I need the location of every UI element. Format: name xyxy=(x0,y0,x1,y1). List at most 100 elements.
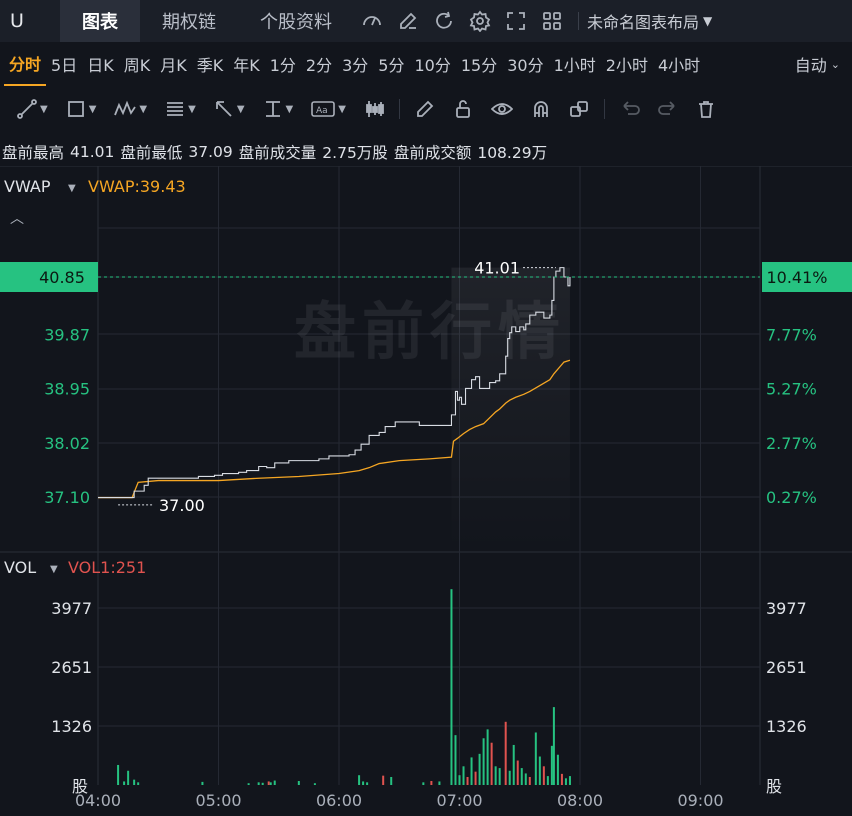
volume-bar xyxy=(546,776,549,785)
period-yearly[interactable]: 年K xyxy=(228,42,265,86)
volume-bar xyxy=(390,776,393,785)
undo-icon xyxy=(623,101,640,115)
period-weekly[interactable]: 周K xyxy=(119,42,156,86)
period-1h[interactable]: 1小时 xyxy=(549,42,601,86)
fib-tool[interactable]: ▼ xyxy=(156,88,205,130)
period-10m[interactable]: 10分 xyxy=(409,42,455,86)
volume-bar xyxy=(137,782,140,785)
period-daily[interactable]: 日K xyxy=(82,42,119,86)
grid-layout-icon[interactable] xyxy=(534,0,570,42)
volume-bar xyxy=(297,780,300,785)
measure-tool[interactable]: ▼ xyxy=(254,88,303,130)
pct-tick-right: 7.77% xyxy=(766,325,817,344)
volume-bar xyxy=(358,775,361,785)
undo-button[interactable] xyxy=(611,88,649,130)
pct-tick-right: 2.77% xyxy=(766,434,817,453)
volume-bar xyxy=(516,760,519,785)
tab-chart[interactable]: 图表 xyxy=(60,0,140,42)
eye-icon xyxy=(490,103,513,115)
period-5d[interactable]: 5日 xyxy=(46,42,82,86)
gear-icon[interactable] xyxy=(462,0,498,42)
volume-bar xyxy=(552,707,555,785)
caret-down-icon[interactable]: ▼ xyxy=(50,564,58,575)
volume-bar xyxy=(382,775,385,785)
magnet-tool[interactable] xyxy=(522,88,560,130)
time-tick: 06:00 xyxy=(316,791,362,810)
text-tool[interactable]: Aa ▼ xyxy=(302,88,355,130)
auto-label: 自动 xyxy=(794,56,827,75)
symbol-label[interactable]: U xyxy=(0,0,60,42)
period-quarterly[interactable]: 季K xyxy=(192,42,229,86)
delete-button[interactable] xyxy=(687,88,725,130)
vol-indicator-name[interactable]: VOL xyxy=(4,558,36,577)
unlock-icon xyxy=(456,100,470,118)
caret-down-icon[interactable]: ▼ xyxy=(68,183,76,194)
time-tick: 07:00 xyxy=(436,791,482,810)
top-bar: U 图表 期权链 个股资料 未命名图表布局 ▼ xyxy=(0,0,852,42)
refresh-icon[interactable] xyxy=(426,0,462,42)
volume-bar xyxy=(127,770,130,785)
period-3m[interactable]: 3分 xyxy=(337,42,373,86)
chevron-up-icon[interactable]: ︿ xyxy=(10,211,24,227)
intraday-chart[interactable]: 盘前行情 VWAP ▼ VWAP:39.43 ︿ 41.01 37.00 40.… xyxy=(0,166,852,816)
period-30m[interactable]: 30分 xyxy=(502,42,548,86)
fullscreen-icon[interactable] xyxy=(498,0,534,42)
period-2m[interactable]: 2分 xyxy=(301,42,337,86)
volume-bar xyxy=(201,781,204,785)
volume-bar xyxy=(482,738,485,785)
auto-scale-dropdown[interactable]: 自动 ⌄ xyxy=(795,42,840,86)
volume-bar xyxy=(273,780,276,785)
amount-value: 108.29万 xyxy=(477,144,548,162)
period-intraday[interactable]: 分时 xyxy=(4,42,47,86)
divider xyxy=(398,99,400,119)
caret-down-icon: ▼ xyxy=(703,14,713,28)
gauge-icon[interactable] xyxy=(354,0,390,42)
visibility-tool[interactable] xyxy=(482,88,522,130)
rectangle-icon xyxy=(67,101,84,117)
divider xyxy=(578,12,579,30)
volume-bar xyxy=(470,757,473,785)
vwap-indicator-name[interactable]: VWAP xyxy=(4,177,51,196)
volume-bar xyxy=(494,766,497,785)
period-4h[interactable]: 4小时 xyxy=(653,42,705,86)
tab-stock-profile[interactable]: 个股资料 xyxy=(238,0,354,42)
high-marker: 41.01 xyxy=(474,259,520,278)
layout-label: 未命名图表布局 xyxy=(587,13,700,32)
volume-bars xyxy=(117,589,571,785)
arrow-tool[interactable]: ▼ xyxy=(205,88,254,130)
pattern-tool[interactable]: ▼ xyxy=(105,88,156,130)
text-box-icon: Aa xyxy=(311,101,336,117)
volume-bar xyxy=(490,742,493,785)
tab-option-chain[interactable]: 期权链 xyxy=(140,0,238,42)
volume-bar xyxy=(498,768,501,785)
current-pct-value: 10.41% xyxy=(766,268,827,287)
lock-tool[interactable] xyxy=(444,88,482,130)
volume-bar xyxy=(520,768,523,785)
time-axis-labels: 04:00 05:00 06:00 07:00 08:00 09:00 xyxy=(75,791,724,810)
period-15m[interactable]: 15分 xyxy=(456,42,502,86)
high-label: 盘前最高 xyxy=(2,144,65,162)
time-tick: 05:00 xyxy=(195,791,241,810)
period-1m[interactable]: 1分 xyxy=(265,42,301,86)
candle-tool[interactable] xyxy=(355,88,393,130)
zigzag-icon xyxy=(114,100,137,116)
trend-line-tool[interactable]: ▼ xyxy=(8,88,57,130)
magnet-icon xyxy=(534,101,548,117)
redo-button[interactable] xyxy=(649,88,687,130)
clone-tool[interactable] xyxy=(560,88,598,130)
period-5m[interactable]: 5分 xyxy=(373,42,409,86)
volume-bar xyxy=(438,781,441,785)
edit-icon[interactable] xyxy=(390,0,426,42)
volume-bar xyxy=(366,782,369,785)
layout-selector[interactable]: 未命名图表布局 ▼ xyxy=(587,9,712,33)
rectangle-tool[interactable]: ▼ xyxy=(57,88,106,130)
pencil-icon xyxy=(417,100,434,117)
pen-tool[interactable] xyxy=(406,88,444,130)
volume-bar xyxy=(257,782,260,785)
volume-bar xyxy=(534,732,537,785)
svg-text:Aa: Aa xyxy=(316,106,328,116)
period-2h[interactable]: 2小时 xyxy=(601,42,653,86)
volume-tick-right: 2651 xyxy=(766,658,807,677)
period-monthly[interactable]: 月K xyxy=(155,42,192,86)
volume-bar xyxy=(458,775,461,785)
